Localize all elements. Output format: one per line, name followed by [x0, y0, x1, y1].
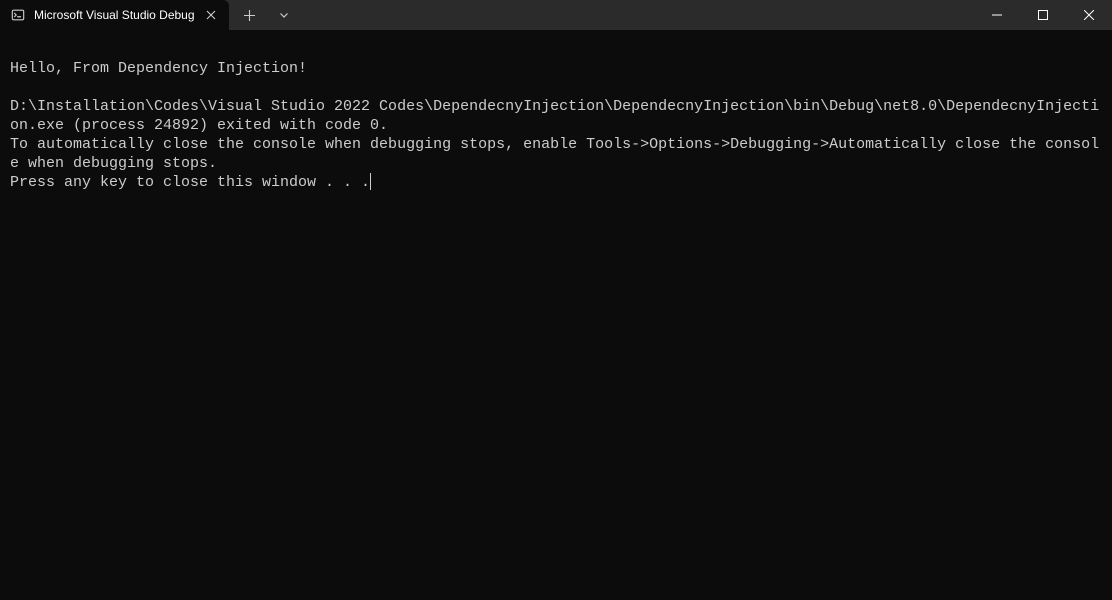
console-line: Hello, From Dependency Injection! — [10, 60, 307, 77]
tab-dropdown-button[interactable] — [267, 0, 301, 30]
tab-title: Microsoft Visual Studio Debug — [34, 8, 195, 22]
terminal-output[interactable]: Hello, From Dependency Injection! D:\Ins… — [0, 30, 1112, 600]
maximize-button[interactable] — [1020, 0, 1066, 30]
close-window-button[interactable] — [1066, 0, 1112, 30]
titlebar-drag-area[interactable] — [301, 0, 974, 30]
console-line: Press any key to close this window . . . — [10, 174, 370, 191]
tab-close-button[interactable] — [203, 7, 219, 23]
cursor — [370, 173, 371, 190]
titlebar: Microsoft Visual Studio Debug — [0, 0, 1112, 30]
window-controls — [974, 0, 1112, 30]
new-tab-button[interactable] — [233, 0, 267, 30]
tab-actions — [229, 0, 301, 30]
active-tab[interactable]: Microsoft Visual Studio Debug — [0, 0, 229, 30]
console-line: To automatically close the console when … — [10, 136, 1099, 172]
console-line: D:\Installation\Codes\Visual Studio 2022… — [10, 98, 1099, 134]
minimize-button[interactable] — [974, 0, 1020, 30]
terminal-icon — [10, 7, 26, 23]
